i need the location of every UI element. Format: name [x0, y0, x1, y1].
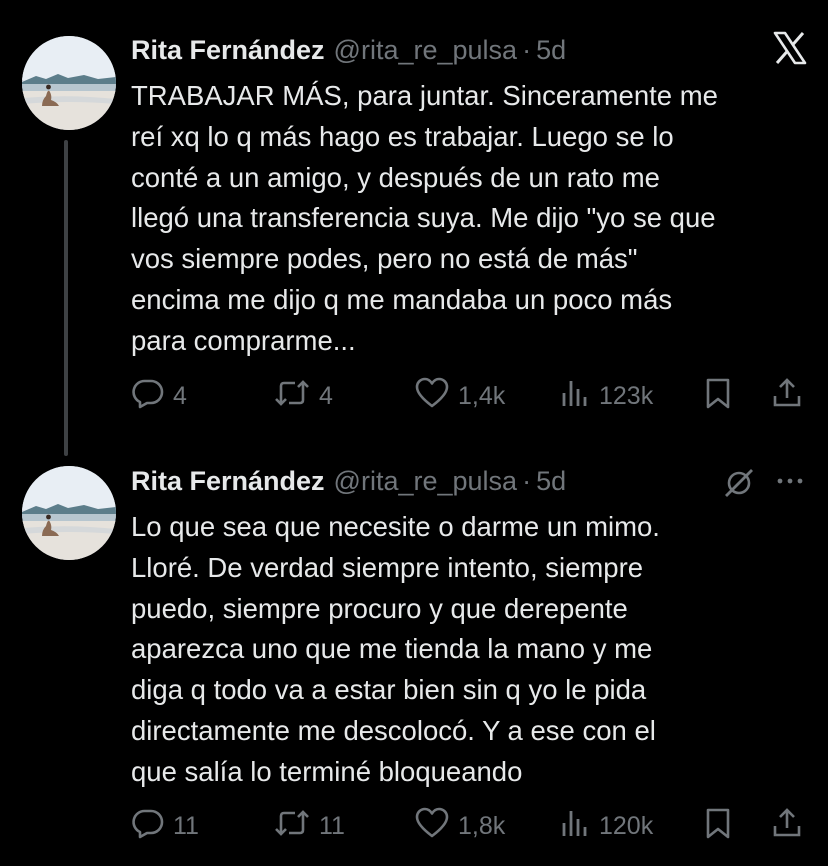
tweet-first[interactable]: Rita Fernández @rita_re_pulsa · 5d TRABA… — [0, 0, 828, 456]
repost-icon — [273, 376, 311, 417]
tweet-text-line: reí xq lo q más hago es trabajar. Luego … — [131, 120, 674, 152]
share-icon — [771, 806, 803, 847]
tweet-text-line: llegó una transferencia suya. Me dijo "y… — [131, 202, 716, 234]
tweet-text-line: Lo que sea que necesite o darme un mimo. — [131, 511, 660, 542]
tweet-text-line: que salía lo terminé bloqueando — [131, 755, 523, 787]
repost-count: 4 — [319, 381, 333, 410]
views-count: 123k — [599, 381, 654, 410]
author-handle[interactable]: @rita_re_pulsa — [334, 35, 518, 66]
separator-dot: · — [522, 465, 532, 496]
tweet-text-line: TRABAJAR MÁS, para juntar. Sinceramente … — [131, 80, 718, 111]
action-bar: 4 4 1,4k 123k — [131, 376, 811, 416]
repost-button[interactable]: 11 — [273, 806, 345, 846]
x-logo-icon — [772, 30, 808, 66]
author-name[interactable]: Rita Fernández — [131, 466, 325, 497]
tweet-second[interactable]: Rita Fernández @rita_re_pulsa · 5d Lo qu… — [0, 440, 828, 866]
share-icon — [771, 376, 803, 417]
views-icon — [559, 806, 591, 847]
tweet-text-line: conté a un amigo, y después de un rato m… — [131, 161, 660, 193]
repost-icon — [273, 806, 311, 847]
thread-connector-line — [64, 140, 68, 456]
author-name[interactable]: Rita Fernández — [131, 35, 325, 66]
tweet-text-line: diga q todo va a estar bien sin q yo le … — [131, 674, 647, 706]
views-count: 120k — [599, 811, 654, 840]
author-handle[interactable]: @rita_re_pulsa — [334, 466, 518, 497]
like-count: 1,4k — [458, 381, 506, 410]
grok-icon[interactable] — [722, 466, 756, 500]
reply-button[interactable]: 4 — [131, 376, 187, 416]
separator-dot: · — [522, 34, 532, 65]
views-icon — [559, 376, 591, 417]
tweet-text-line: puedo, siempre procuro y que derepente — [131, 592, 628, 624]
action-bar: 11 11 1,8k 120k — [131, 806, 811, 846]
views-button[interactable]: 123k — [559, 376, 653, 416]
like-button[interactable]: 1,4k — [414, 376, 505, 416]
reply-icon — [131, 376, 165, 417]
bookmark-icon — [703, 806, 733, 847]
tweet-text-line: para comprarme... — [131, 324, 356, 356]
like-button[interactable]: 1,8k — [414, 806, 505, 846]
bookmark-icon — [703, 376, 733, 417]
like-icon — [414, 376, 450, 417]
tweet-text: Lo que sea que necesite o darme un mimo.… — [131, 507, 811, 793]
tweet-text-line: Lloré. De verdad siempre intento, siempr… — [131, 551, 644, 583]
views-button[interactable]: 120k — [559, 806, 653, 846]
tweet-header: Rita Fernández @rita_re_pulsa · 5d — [131, 464, 566, 498]
reply-icon — [131, 806, 165, 847]
reply-button[interactable]: 11 — [131, 806, 199, 846]
tweet-text-line: aparezca uno que me tienda la mano y me — [131, 633, 653, 665]
timestamp[interactable]: 5d — [536, 466, 566, 497]
like-icon — [414, 806, 450, 847]
share-button[interactable] — [771, 806, 803, 846]
reply-count: 4 — [173, 381, 187, 410]
tweet-header: Rita Fernández @rita_re_pulsa · 5d — [131, 33, 566, 67]
like-count: 1,8k — [458, 811, 506, 840]
bookmark-button[interactable] — [703, 376, 733, 416]
avatar[interactable] — [22, 466, 116, 560]
repost-count: 11 — [319, 811, 345, 840]
share-button[interactable] — [771, 376, 803, 416]
timestamp[interactable]: 5d — [536, 35, 566, 66]
more-icon[interactable] — [772, 466, 808, 496]
tweet-text-line: vos siempre podes, pero no está de más" — [131, 243, 638, 275]
avatar[interactable] — [22, 36, 116, 130]
bookmark-button[interactable] — [703, 806, 733, 846]
reply-count: 11 — [173, 811, 199, 840]
tweet-text-line: encima me dijo q me mandaba un poco más — [131, 283, 673, 315]
tweet-text-line: directamente me descolocó. Y a ese con e… — [131, 714, 656, 746]
tweet-text: TRABAJAR MÁS, para juntar. Sinceramente … — [131, 76, 811, 362]
repost-button[interactable]: 4 — [273, 376, 333, 416]
